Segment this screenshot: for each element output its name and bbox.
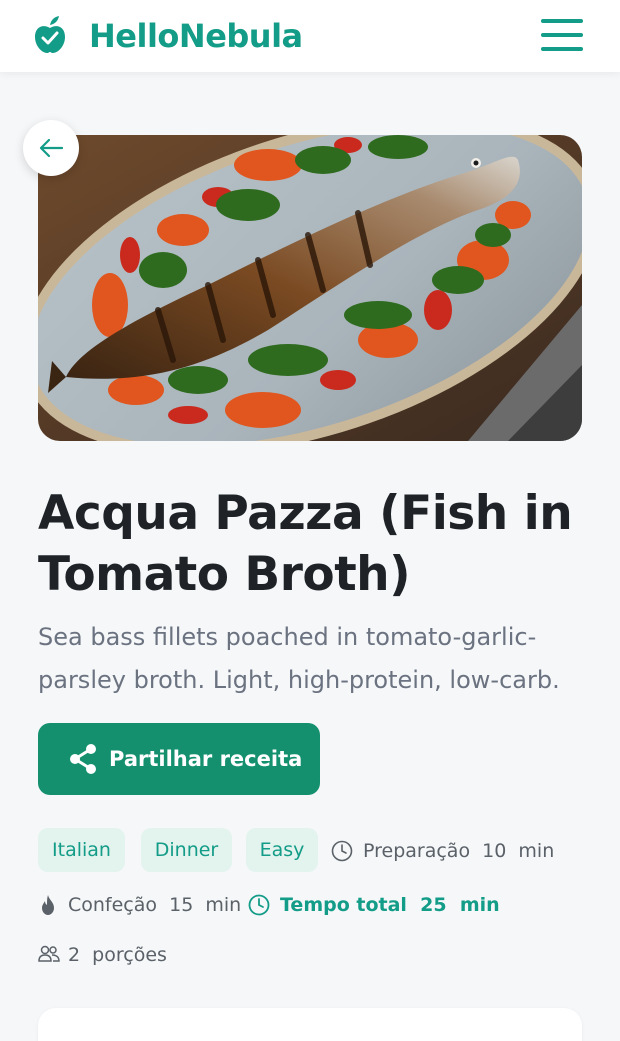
tag-difficulty[interactable]: Easy [246, 828, 318, 872]
tag-meal-type[interactable]: Dinner [141, 828, 232, 872]
recipe-details-card [38, 1008, 582, 1041]
share-recipe-button[interactable]: Partilhar receita [38, 723, 320, 795]
users-icon [38, 945, 60, 962]
servings-text: 2 porções [68, 944, 167, 966]
top-header: HelloNebula [0, 0, 620, 72]
total-time: Tempo total 25 min [248, 892, 500, 918]
arrow-left-icon [39, 138, 64, 158]
brand-name[interactable]: HelloNebula [89, 16, 303, 56]
prep-time-text: Preparação 10 min [363, 840, 555, 862]
prep-time: Preparação 10 min [331, 838, 554, 864]
apple-icon[interactable] [34, 16, 66, 54]
total-time-text: Tempo total 25 min [280, 894, 500, 916]
servings: 2 porções [38, 942, 167, 968]
recipe-title: Acqua Pazza (Fish in Tomato Broth) [38, 486, 573, 602]
hamburger-menu-icon[interactable] [541, 17, 583, 53]
cook-time: Confeção 15 min [38, 892, 241, 918]
flame-icon [42, 895, 54, 915]
recipe-hero-image [38, 135, 582, 441]
clock-icon [331, 840, 353, 862]
share-recipe-label: Partilhar receita [109, 747, 303, 771]
tag-cuisine[interactable]: Italian [38, 828, 125, 872]
recipe-description: Sea bass fillets poached in tomato-garli… [38, 623, 560, 694]
share-icon [70, 744, 96, 774]
back-button[interactable] [23, 120, 79, 176]
cook-time-text: Confeção 15 min [68, 894, 242, 916]
clock-icon [248, 894, 270, 916]
